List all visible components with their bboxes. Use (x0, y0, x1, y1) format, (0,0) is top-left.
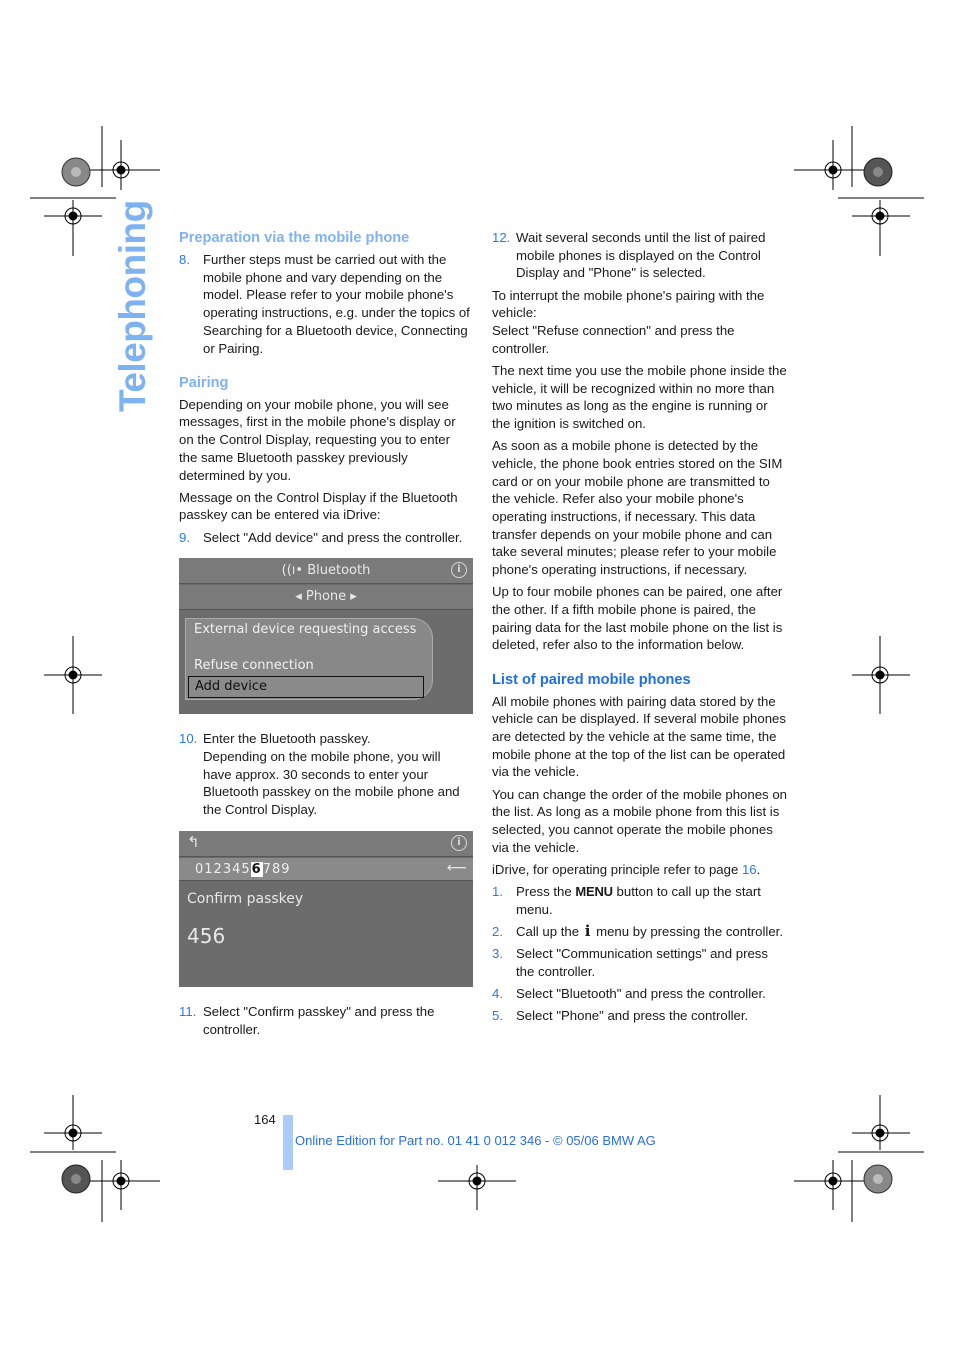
paragraph: To interrupt the mobile phone's pairing … (492, 287, 765, 321)
chapter-side-title: Telephoning (112, 200, 153, 412)
left-column: Preparation via the mobile phone 8. Furt… (179, 229, 473, 1043)
section-heading: Preparation via the mobile phone (179, 230, 410, 246)
confirm-passkey-label: Confirm passkey (187, 890, 304, 907)
paragraph: The next time you use the mobile phone i… (492, 362, 787, 432)
footer-edition-text: Online Edition for Part no. 01 41 0 012 … (295, 1133, 656, 1148)
list-item: 12. Wait several seconds until the list … (492, 229, 788, 282)
step-text: Select "Phone" and press the controller. (516, 1008, 749, 1024)
info-menu-icon: i (584, 922, 591, 941)
step-number: 4. (492, 986, 503, 1002)
screen-title: Bluetooth (307, 563, 371, 579)
list-item: 9. Select "Add device" and press the con… (179, 529, 471, 547)
step-text: Wait several seconds until the list of p… (516, 230, 766, 281)
step-number: 8. (179, 252, 190, 267)
step-number: 12. (492, 230, 511, 245)
section-heading: List of paired mobile phones (492, 671, 691, 688)
paragraph: Message on the Control Display if the Bl… (179, 489, 458, 523)
popup-title: External device requesting access (194, 622, 417, 638)
page-link[interactable]: 16 (742, 862, 757, 877)
arrow-right-icon: ▸ (346, 589, 357, 605)
page-number: 164 (254, 1112, 276, 1127)
backspace-icon: ⟵ (446, 859, 467, 876)
step-text: Select "Communication settings" and pres… (516, 946, 768, 980)
list-item: 11. Select "Confirm passkey" and press t… (179, 1003, 471, 1038)
list-item: 2. Call up the i menu by pressing the co… (492, 922, 784, 941)
screen-title-bar: ((ı• Bluetooth i (179, 558, 473, 585)
info-icon: i (451, 834, 467, 851)
list-item: 8. Further steps must be carried out wit… (179, 251, 471, 357)
list-item: 10. Enter the Bluetooth passkey. Dependi… (179, 730, 471, 819)
list-item: 3. Select "Communication settings" and p… (492, 945, 788, 980)
step-number: 9. (179, 529, 190, 545)
section-heading: Pairing (179, 374, 229, 391)
control-display-bluetooth-screenshot: ((ı• Bluetooth i ◂ Phone ▸ External devi… (179, 558, 473, 715)
bluetooth-signal-icon: ((ı• (281, 563, 308, 579)
paragraph: All mobile phones with pairing data stor… (492, 693, 786, 780)
step-text: Enter the Bluetooth passkey. (203, 731, 371, 747)
step-number: 3. (492, 946, 503, 962)
step-subtext: Depending on the mobile phone, you will … (203, 749, 460, 818)
footer-accent-bar (283, 1115, 293, 1170)
paragraph: Depending on your mobile phone, you will… (179, 396, 456, 483)
add-device-option: Add device (188, 676, 424, 699)
refuse-connection-option: Refuse connection (194, 658, 314, 674)
paragraph: Up to four mobile phones can be paired, … (492, 584, 783, 653)
menu-button-label: MENU (575, 884, 613, 900)
paragraph: iDrive, for operating principle refer to… (492, 862, 761, 877)
info-icon: i (451, 562, 467, 579)
list-item: 4. Select "Bluetooth" and press the cont… (492, 985, 788, 1003)
step-number: 11. (179, 1003, 197, 1019)
selected-digit: 6 (250, 861, 263, 877)
screen-subtitle: Phone (305, 589, 347, 605)
list-item: 1. Press the MENU button to call up the … (492, 884, 761, 917)
digit-speller: 0123456789 (195, 861, 291, 877)
passkey-value: 456 (187, 923, 226, 948)
control-display-passkey-screenshot: ↰ i 0123456789 ⟵ Confirm passkey 456 (179, 830, 473, 987)
popup-dialog: External device requesting access Refuse… (185, 618, 433, 701)
screen-title-bar: ↰ i (179, 830, 473, 857)
back-arrow-icon: ↰ (187, 832, 200, 851)
step-text: Further steps must be carried out with t… (203, 252, 470, 356)
paragraph: Select "Refuse connection" and press the… (492, 323, 735, 356)
step-text: Select "Confirm passkey" and press the c… (203, 1003, 435, 1037)
right-column: 12. Wait several seconds until the list … (492, 229, 788, 1030)
step-number: 2. (492, 924, 503, 940)
step-number: 1. (492, 884, 503, 900)
step-number: 10. (179, 731, 198, 747)
step-number: 5. (492, 1008, 503, 1024)
list-item: 5. Select "Phone" and press the controll… (492, 1007, 788, 1025)
step-text: Select "Bluetooth" and press the control… (516, 986, 766, 1002)
paragraph: You can change the order of the mobile p… (492, 786, 787, 855)
screen-subtitle-bar: ◂ Phone ▸ (179, 585, 473, 611)
paragraph: As soon as a mobile phone is detected by… (492, 438, 783, 578)
step-text: Select "Add device" and press the contro… (203, 529, 463, 545)
arrow-left-icon: ◂ (295, 589, 306, 605)
